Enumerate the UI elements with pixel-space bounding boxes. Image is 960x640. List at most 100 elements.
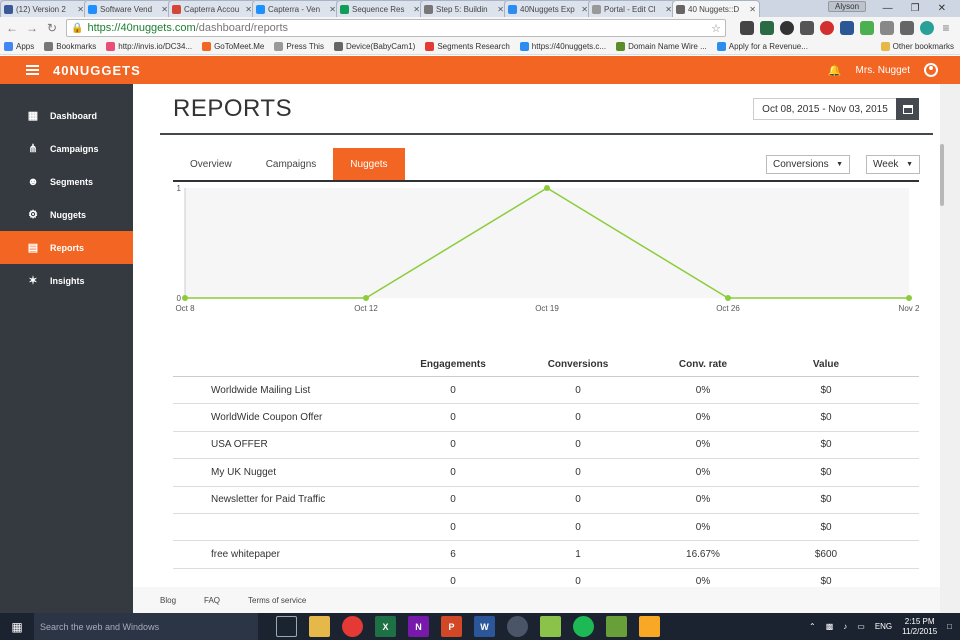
browser-tab[interactable]: Portal - Edit Cl ✕ [588,0,676,17]
close-tab-icon[interactable]: ✕ [413,5,420,14]
excel-icon[interactable]: X [375,616,396,637]
restore-icon[interactable]: ❐ [911,3,920,14]
footer-link-blog[interactable]: Blog [160,596,176,605]
bookmark-star-icon[interactable]: ☆ [711,22,721,35]
bookmark-item[interactable]: Apps [4,42,34,51]
browser-tab[interactable]: (12) Version 2 ✕ [0,0,88,17]
sidebar-item-insights[interactable]: ✶ Insights [0,264,133,297]
taskbar-clock[interactable]: 2:15 PM 11/2/2015 [902,617,937,637]
other-bookmarks[interactable]: Other bookmarks [880,42,960,51]
sidebar-item-campaigns[interactable]: ⋔ Campaigns [0,132,133,165]
date-range-picker[interactable]: Oct 08, 2015 - Nov 03, 2015 [753,98,897,120]
close-tab-icon[interactable]: ✕ [665,5,672,14]
notifications-icon[interactable]: □ [947,622,952,631]
battery-icon[interactable]: ▭ [857,622,865,631]
bookmark-item[interactable]: Apply for a Revenue... [716,42,808,51]
extension-icon[interactable] [900,21,914,35]
data-point[interactable] [182,295,188,301]
file-explorer-icon[interactable] [309,616,330,637]
period-select[interactable]: Week ▼ [866,155,920,174]
table-row[interactable]: WorldWide Coupon Offer 0 0 0% $0 [173,404,919,432]
close-tab-icon[interactable]: ✕ [581,5,588,14]
close-tab-icon[interactable]: ✕ [161,5,168,14]
close-tab-icon[interactable]: ✕ [329,5,336,14]
data-point[interactable] [906,295,912,301]
powerpoint-icon[interactable]: P [441,616,462,637]
browser-tab[interactable]: Step 5: Buildin ✕ [420,0,508,17]
table-row[interactable]: Worldwide Mailing List 0 0 0% $0 [173,377,919,405]
extension-icon[interactable] [840,21,854,35]
metric-select[interactable]: Conversions ▼ [766,155,850,174]
word-icon[interactable]: W [474,616,495,637]
extension-icon[interactable] [780,21,794,35]
data-point[interactable] [725,295,731,301]
app-logo[interactable]: 40NUGGETS [53,63,141,78]
chevron-up-icon[interactable]: ⌃ [809,622,816,631]
table-row[interactable]: 0 0 0% $0 [173,514,919,542]
browser-tab[interactable]: Software Vend ✕ [84,0,172,17]
browser-tab[interactable]: Capterra - Ven ✕ [252,0,340,17]
sidebar-item-dashboard[interactable]: ▦ Dashboard [0,99,133,132]
user-avatar-icon[interactable] [924,63,938,77]
sidebar-item-segments[interactable]: ☻ Segments [0,165,133,198]
minimize-icon[interactable]: — [883,3,893,14]
reload-icon[interactable]: ↻ [46,21,58,35]
notification-bell-icon[interactable]: 🔔 [828,64,842,77]
tab-campaigns[interactable]: Campaigns [249,148,334,181]
volume-icon[interactable]: ♪ [843,622,847,631]
address-bar[interactable]: 🔒 https://40nuggets.com /dashboard/repor… [66,19,726,37]
close-tab-icon[interactable]: ✕ [749,5,756,14]
forward-icon[interactable]: → [26,21,38,35]
sidebar-item-reports[interactable]: ▤ Reports [0,231,133,264]
tab-nuggets[interactable]: Nuggets [333,148,405,181]
taskbar-search[interactable]: Search the web and Windows [34,613,258,640]
app-icon[interactable] [606,616,627,637]
extension-icon[interactable] [800,21,814,35]
language-indicator[interactable]: ENG [875,622,892,631]
user-name[interactable]: Mrs. Nugget [856,65,910,76]
chrome-icon[interactable] [342,616,363,637]
table-row[interactable]: My UK Nugget 0 0 0% $0 [173,459,919,487]
close-window-icon[interactable]: ✕ [938,3,946,14]
close-tab-icon[interactable]: ✕ [245,5,252,14]
windows-start-icon[interactable]: ▦ [0,620,34,634]
footer-link-faq[interactable]: FAQ [204,596,220,605]
bookmark-item[interactable]: Device(BabyCam1) [333,42,415,51]
browser-tab[interactable]: 40Nuggets Exp ✕ [504,0,592,17]
bookmark-item[interactable]: Segments Research [425,42,510,51]
bookmark-item[interactable]: http://invis.io/DC34... [106,42,192,51]
back-icon[interactable]: ← [6,21,18,35]
extension-icon[interactable] [880,21,894,35]
extension-icon[interactable] [740,21,754,35]
data-point[interactable] [363,295,369,301]
browser-tab[interactable]: Sequence Res ✕ [336,0,424,17]
scrollbar-thumb[interactable] [940,144,944,206]
extension-icon[interactable] [860,21,874,35]
table-row[interactable]: USA OFFER 0 0 0% $0 [173,432,919,460]
app-icon[interactable] [540,616,561,637]
onenote-icon[interactable]: N [408,616,429,637]
browser-profile-badge[interactable]: Alyson [828,1,867,12]
network-icon[interactable]: ▩ [826,622,834,631]
bookmark-item[interactable]: Domain Name Wire ... [616,42,707,51]
calendar-button[interactable] [896,98,919,120]
pinterest-icon[interactable] [820,21,834,35]
page-scrollbar[interactable] [940,84,960,613]
close-tab-icon[interactable]: ✕ [77,5,84,14]
hamburger-menu-icon[interactable] [26,65,39,75]
extension-icon[interactable] [760,21,774,35]
footer-link-terms-of-service[interactable]: Terms of service [248,596,306,605]
spotify-icon[interactable] [573,616,594,637]
chrome-active-icon[interactable] [507,616,528,637]
extension-icon[interactable] [920,21,934,35]
browser-tab[interactable]: 40 Nuggets::D ✕ [672,0,760,17]
close-tab-icon[interactable]: ✕ [497,5,504,14]
bookmark-item[interactable]: https://40nuggets.c... [519,42,606,51]
table-row[interactable]: free whitepaper 6 1 16.67% $600 [173,541,919,569]
tab-overview[interactable]: Overview [173,148,249,181]
app-icon[interactable] [639,616,660,637]
task-view-icon[interactable] [276,616,297,637]
bookmark-item[interactable]: Bookmarks [44,42,96,51]
bookmark-item[interactable]: Press This [274,42,324,51]
bookmark-item[interactable]: GoToMeet.Me [202,42,264,51]
